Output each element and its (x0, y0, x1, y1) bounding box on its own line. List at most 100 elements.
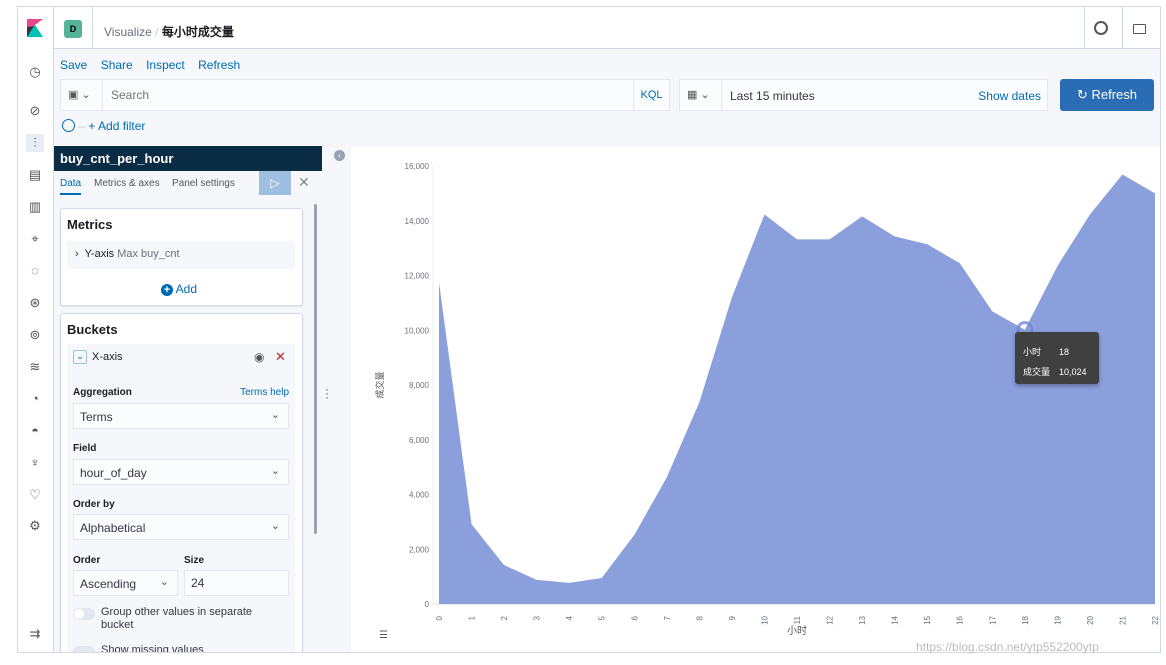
collapse-icon[interactable]: ⇉ (26, 625, 44, 643)
aggregation-select[interactable]: Terms ⌄ (73, 403, 289, 429)
apm-icon[interactable]: ≋ (26, 358, 44, 376)
x-tick-label: 17 (988, 615, 997, 624)
editor-sidebar: buy_cnt_per_hour Data Metrics & axes Pan… (54, 146, 322, 653)
y-tick-label: 2,000 (409, 545, 430, 554)
editor-tabs: Data Metrics & axes Panel settings ▷ ✕ (54, 171, 322, 195)
help-icon[interactable] (1094, 21, 1108, 35)
infrastructure-icon[interactable]: ⊛ (26, 294, 44, 312)
x-tick-label: 13 (858, 615, 867, 624)
group-other-label: Group other values in separate bucket (101, 606, 253, 631)
discover-icon[interactable]: ⊘ (26, 102, 44, 120)
x-tick-label: 10 (760, 615, 769, 624)
x-tick-label: 3 (533, 615, 542, 620)
time-range[interactable]: Last 15 minutes (730, 89, 815, 103)
y-tick-label: 14,000 (405, 217, 430, 226)
x-tick-label: 4 (565, 615, 574, 620)
uptime-icon[interactable]: ◔ (26, 390, 44, 408)
eye-icon[interactable]: ◉ (254, 350, 264, 364)
x-tick-label: 14 (891, 615, 900, 624)
refresh-button[interactable]: ↻ Refresh (1060, 79, 1154, 111)
field-value: hour_of_day (80, 466, 147, 480)
group-other-toggle[interactable] (73, 608, 95, 620)
tooltip-y-label: 成交量 (1023, 367, 1051, 377)
chevron-down-icon: ⌄ (270, 409, 280, 421)
resize-handle[interactable]: · · · (325, 383, 329, 403)
x-tick-label: 15 (923, 615, 932, 624)
add-metric-button[interactable]: + Add (161, 282, 197, 296)
metric-y-axis[interactable]: › Y-axis Max buy_cnt (67, 241, 295, 269)
monitoring-icon[interactable]: ♡ (26, 486, 44, 504)
area-series (439, 174, 1155, 604)
canvas-icon[interactable]: ▥ (26, 198, 44, 216)
chevron-down-icon: ⌄ (270, 520, 280, 532)
show-dates-link[interactable]: Show dates (978, 89, 1041, 103)
tooltip-x-value: 18 (1059, 347, 1070, 357)
aggregation-value: Terms (80, 410, 113, 424)
metric-label: Y-axis (84, 248, 115, 260)
divider (1122, 7, 1123, 49)
space-avatar[interactable]: D (64, 20, 82, 38)
management-icon[interactable]: ⚙ (26, 517, 44, 535)
x-tick-label: 6 (630, 615, 639, 620)
x-tick-label: 7 (663, 615, 672, 620)
chevron-right-icon: › (75, 248, 79, 260)
legend-toggle-icon[interactable]: ☰ (379, 630, 388, 641)
y-tick-label: 10,000 (405, 326, 430, 335)
order-by-label: Order by (73, 499, 115, 510)
search-input[interactable] (111, 86, 581, 104)
chevron-down-icon: ⌄ (159, 576, 169, 588)
size-input[interactable] (184, 570, 289, 596)
divider (92, 7, 93, 49)
apply-button[interactable]: ▷ (259, 171, 291, 195)
add-filter-link[interactable]: + Add filter (88, 119, 145, 133)
metric-desc: Max buy_cnt (117, 248, 180, 260)
x-tick-label: 8 (695, 615, 704, 620)
tab-panel-settings[interactable]: Panel settings (172, 178, 235, 189)
y-tick-label: 8,000 (409, 381, 430, 390)
clock-icon[interactable]: ◷ (26, 63, 44, 81)
field-select[interactable]: hour_of_day ⌄ (73, 459, 289, 485)
aggregation-label: Aggregation (73, 387, 132, 398)
dashboard-icon[interactable]: ▤ (26, 166, 44, 184)
breadcrumb: Visualize / 每小时成交量 (104, 23, 234, 40)
discard-button[interactable]: ✕ (298, 174, 310, 191)
visualize-icon[interactable]: ⫶ (26, 134, 44, 152)
mail-icon[interactable] (1133, 24, 1146, 34)
logs-icon[interactable]: ⊚ (26, 326, 44, 344)
tab-metrics-axes[interactable]: Metrics & axes (94, 178, 160, 189)
remove-icon[interactable]: ✕ (275, 349, 286, 365)
maps-icon[interactable]: ⌖ (26, 230, 44, 248)
visualization-title: buy_cnt_per_hour (54, 146, 322, 171)
filter-icon[interactable] (62, 119, 75, 132)
kql-button[interactable]: KQL (633, 80, 669, 110)
metrics-panel: Metrics › Y-axis Max buy_cnt + Add (60, 208, 303, 306)
ml-icon[interactable]: ◌ (26, 262, 44, 280)
tab-data[interactable]: Data (60, 178, 82, 195)
order-select[interactable]: Ascending ⌄ (73, 570, 178, 596)
breadcrumb-visualize[interactable]: Visualize (104, 25, 152, 39)
dev-tools-icon[interactable]: ♆ (26, 454, 44, 472)
terms-help-link[interactable]: Terms help (240, 387, 289, 398)
saved-query-button[interactable]: ▣ ⌄ (61, 80, 103, 110)
close-icon: ✕ (298, 174, 310, 190)
chevron-down-icon: ⌄ (270, 465, 280, 477)
collapse-sidebar-icon[interactable]: ‹ (334, 150, 345, 161)
inspect-link[interactable]: Inspect (146, 58, 185, 72)
buckets-title: Buckets (67, 322, 118, 337)
siem-icon[interactable]: ◓ (26, 422, 44, 440)
show-missing-toggle[interactable] (73, 646, 95, 652)
refresh-link[interactable]: Refresh (198, 58, 240, 72)
x-tick-label: 11 (793, 615, 802, 624)
quick-menu-button[interactable]: ▦ ⌄ (680, 80, 722, 110)
collapse-toggle[interactable]: ⌄ (73, 350, 87, 364)
save-link[interactable]: Save (60, 58, 87, 72)
show-missing-label: Show missing values (101, 644, 204, 653)
y-tick-label: 12,000 (405, 272, 430, 281)
order-by-value: Alphabetical (80, 521, 146, 535)
share-link[interactable]: Share (101, 58, 133, 72)
field-label: Field (73, 443, 97, 454)
scrollbar[interactable] (314, 204, 317, 534)
y-axis-title: 成交量 (374, 371, 385, 398)
calendar-icon: ▦ (687, 89, 698, 101)
order-by-select[interactable]: Alphabetical ⌄ (73, 514, 289, 540)
